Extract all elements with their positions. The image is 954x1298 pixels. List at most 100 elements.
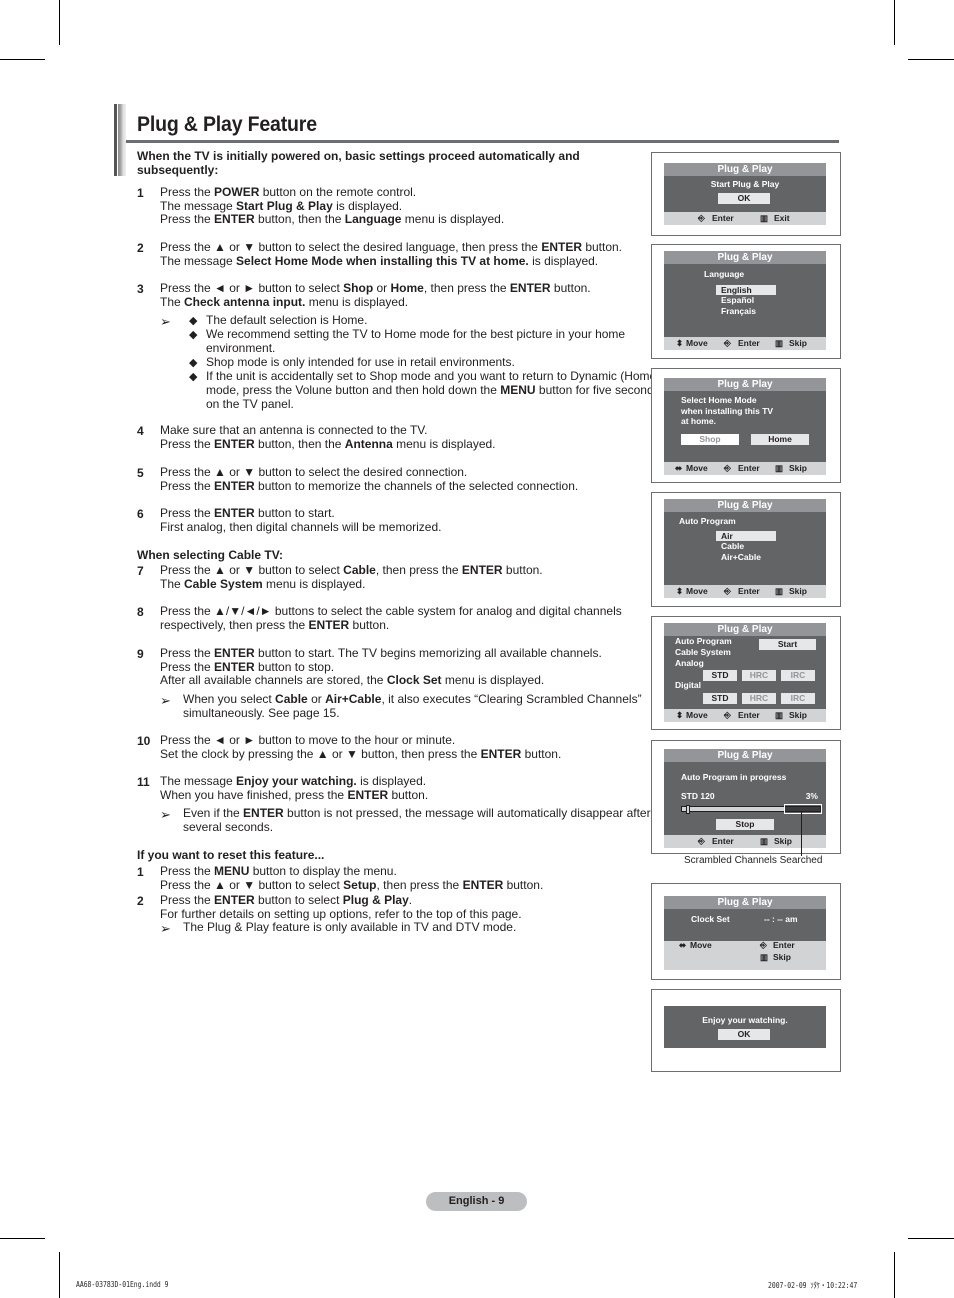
step-text: Press the ▲ or ▼ button to select Setup,… (160, 877, 544, 892)
bullet-text: mode, press the Volune button and then h… (206, 383, 660, 397)
note-arrow-icon: ➢ (160, 693, 171, 708)
crop-mark (0, 1238, 45, 1239)
step-number: 6 (137, 507, 144, 521)
move-hint: Move (686, 463, 708, 473)
digital-std-button[interactable]: STD (703, 693, 737, 704)
osd-footer: ⬌ Move ⎆ Enter ▥ Skip (664, 462, 826, 475)
osd-title: Plug & Play (664, 163, 826, 176)
updown-icon: ⬍ (676, 710, 684, 720)
progress-thumb (686, 805, 690, 814)
crop-mark (59, 0, 60, 45)
auto-program-label: Auto Program (679, 516, 736, 526)
bullet-text: Shop mode is only intended for use in re… (206, 355, 515, 369)
step-number: 4 (137, 424, 144, 438)
note-text: The Plug & Play feature is only availabl… (183, 920, 517, 934)
step-number: 2 (137, 894, 144, 908)
language-label: Language (704, 269, 745, 279)
crop-mark (59, 1252, 60, 1298)
osd-footer: ⬍ Move ⎆ Enter ▥ Skip (664, 585, 826, 598)
step-text: The message Enjoy your watching. is disp… (160, 774, 427, 788)
enter-icon: ⎆ (698, 836, 705, 846)
step-number: 9 (137, 647, 144, 661)
step-text: Press the POWER button on the remote con… (160, 185, 417, 199)
diamond-bullet-icon: ◆ (189, 315, 198, 327)
diamond-bullet-icon: ◆ (189, 329, 198, 341)
option-air-cable[interactable]: Air+Cable (721, 552, 761, 562)
auto-program-label: Auto Program (675, 636, 732, 646)
analog-irc-button[interactable]: IRC (781, 670, 815, 681)
note-arrow-icon: ➢ (160, 921, 171, 936)
enter-icon: ⎆ (724, 463, 731, 473)
skip-hint: Skip (789, 338, 807, 348)
page-number: English - 9 (426, 1192, 527, 1211)
osd-title: Plug & Play (664, 499, 826, 512)
digital-irc-button[interactable]: IRC (781, 693, 815, 704)
analog-label: Analog (675, 658, 704, 668)
option-english[interactable]: English (721, 285, 752, 295)
home-mode-message-1: Select Home Mode (681, 395, 757, 405)
step-text: The message Select Home Mode when instal… (160, 253, 599, 268)
step-text: After all available channels are stored,… (160, 673, 545, 688)
diamond-bullet-icon: ◆ (189, 357, 198, 369)
step-text: The message Start Plug & Play is display… (160, 198, 403, 213)
menu-icon: ▥ (775, 463, 784, 473)
enter-hint: Enter (712, 836, 734, 846)
diamond-bullet-icon: ◆ (189, 371, 198, 383)
bullet-text: The default selection is Home. (206, 313, 368, 327)
intro-text: When the TV is initially powered on, bas… (137, 149, 580, 177)
step-number: 8 (137, 605, 144, 619)
note-text: Even if the ENTER button is not pressed,… (183, 806, 651, 820)
analog-hrc-button[interactable]: HRC (742, 670, 776, 681)
osd-panel-auto-program: Plug & Play Auto Program in progress STD… (651, 740, 841, 854)
updown-icon: ⬍ (676, 586, 684, 596)
enter-icon: ⎆ (724, 338, 731, 348)
enter-hint: Enter (738, 586, 760, 596)
osd-footer: ⎆ Enter ▥ Exit (664, 212, 826, 225)
note-text: When you select Cable or Air+Cable, it a… (183, 692, 642, 706)
option-francais[interactable]: Français (721, 306, 756, 316)
menu-icon: ▥ (760, 952, 769, 962)
step-text: respectively, then press the ENTER butto… (160, 617, 390, 632)
option-cable[interactable]: Cable (721, 541, 744, 551)
menu-icon: ▥ (760, 213, 769, 223)
digital-hrc-button[interactable]: HRC (742, 693, 776, 704)
clock-value[interactable]: -- : -- am (764, 914, 798, 924)
shop-button[interactable]: Shop (681, 434, 739, 445)
osd-panel-antenna: Plug & Play Auto Program Air Cable Air+C… (651, 492, 841, 607)
step-number: 10 (137, 734, 151, 748)
skip-hint: Skip (789, 710, 807, 720)
note-arrow-icon: ➢ (160, 807, 171, 822)
leftright-icon: ⬌ (679, 940, 687, 950)
crop-mark (894, 0, 895, 45)
osd-panel-enjoy: Enjoy your watching. OK (651, 989, 841, 1072)
leftright-icon: ⬌ (675, 463, 683, 473)
channel-readout: STD 120 (681, 791, 715, 801)
skip-hint: Skip (774, 836, 792, 846)
step-number: 1 (137, 865, 144, 879)
note-text: several seconds. (183, 819, 274, 834)
osd-title: Plug & Play (664, 749, 826, 762)
option-espanol[interactable]: Español (721, 295, 754, 305)
enter-hint: Enter (712, 213, 734, 223)
step-text: Press the ENTER button to start. The TV … (160, 646, 602, 660)
step-text: The Cable System menu is displayed. (160, 576, 366, 591)
home-button[interactable]: Home (751, 434, 809, 445)
ok-button[interactable]: OK (718, 193, 770, 204)
start-button[interactable]: Start (759, 639, 816, 650)
stop-button[interactable]: Stop (716, 819, 774, 830)
bullet-text: environment. (206, 341, 276, 355)
enter-hint: Enter (738, 710, 760, 720)
progress-message: Auto Program in progress (681, 772, 787, 782)
enter-hint: Enter (738, 338, 760, 348)
step-text: Press the ▲/▼/◄/► buttons to select the … (160, 604, 622, 618)
note-arrow-icon: ➢ (160, 314, 171, 329)
analog-std-button[interactable]: STD (703, 670, 737, 681)
move-hint: Move (686, 338, 708, 348)
ok-button[interactable]: OK (718, 1029, 770, 1040)
section-heading: When selecting Cable TV: (137, 548, 284, 562)
step-number: 5 (137, 466, 144, 480)
updown-icon: ⬍ (676, 338, 684, 348)
step-number: 11 (137, 775, 150, 789)
title-accent-bar (114, 104, 126, 176)
option-air[interactable]: Air (721, 531, 733, 541)
